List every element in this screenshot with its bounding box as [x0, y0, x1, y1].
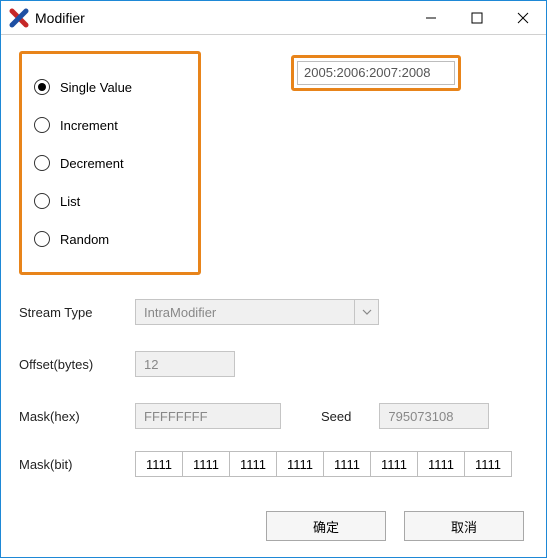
maximize-button[interactable]	[454, 1, 500, 35]
value-display: 2005:2006:2007:2008	[297, 61, 455, 85]
ok-button[interactable]: 确定	[266, 511, 386, 541]
stream-type-select: IntraModifier	[135, 299, 379, 325]
mask-bit-label: Mask(bit)	[19, 457, 135, 472]
mask-bit-cell[interactable]: 1111	[135, 451, 183, 477]
mask-bit-cell[interactable]: 1111	[182, 451, 230, 477]
modifier-type-group: Single Value Increment Decrement List Random	[19, 51, 201, 275]
offset-field: 12	[135, 351, 235, 377]
radio-icon	[34, 79, 50, 95]
mask-bit-cell[interactable]: 1111	[464, 451, 512, 477]
titlebar: Modifier	[1, 1, 546, 35]
window-title: Modifier	[35, 10, 85, 26]
seed-field: 795073108	[379, 403, 489, 429]
mask-bit-cell[interactable]: 1111	[417, 451, 465, 477]
radio-icon	[34, 117, 50, 133]
mask-hex-label: Mask(hex)	[19, 409, 135, 424]
dialog-footer: 确定 取消	[1, 507, 546, 557]
radio-option[interactable]: Single Value	[34, 68, 172, 106]
chevron-down-icon	[355, 299, 379, 325]
seed-label: Seed	[321, 409, 351, 424]
modifier-dialog: Modifier Single Value Increment Decrement L…	[0, 0, 547, 558]
mask-bit-cell[interactable]: 1111	[370, 451, 418, 477]
stream-type-value: IntraModifier	[135, 299, 355, 325]
minimize-button[interactable]	[408, 1, 454, 35]
app-icon	[9, 8, 29, 28]
cancel-button[interactable]: 取消	[404, 511, 524, 541]
radio-option[interactable]: List	[34, 182, 172, 220]
mask-bit-cell[interactable]: 1111	[229, 451, 277, 477]
mask-bit-cells: 11111111111111111111111111111111	[135, 451, 512, 477]
radio-icon	[34, 155, 50, 171]
radio-option[interactable]: Increment	[34, 106, 172, 144]
mask-hex-field: FFFFFFFF	[135, 403, 281, 429]
radio-label: Decrement	[60, 156, 124, 171]
close-button[interactable]	[500, 1, 546, 35]
dialog-body: Single Value Increment Decrement List Random…	[1, 35, 546, 507]
radio-label: Random	[60, 232, 109, 247]
radio-option[interactable]: Random	[34, 220, 172, 258]
mask-bit-cell[interactable]: 1111	[276, 451, 324, 477]
mask-bit-cell[interactable]: 1111	[323, 451, 371, 477]
radio-icon	[34, 193, 50, 209]
radio-icon	[34, 231, 50, 247]
radio-option[interactable]: Decrement	[34, 144, 172, 182]
radio-label: Increment	[60, 118, 118, 133]
radio-label: List	[60, 194, 80, 209]
offset-label: Offset(bytes)	[19, 357, 135, 372]
stream-type-label: Stream Type	[19, 305, 135, 320]
radio-label: Single Value	[60, 80, 132, 95]
value-highlight-box: 2005:2006:2007:2008	[291, 55, 461, 91]
